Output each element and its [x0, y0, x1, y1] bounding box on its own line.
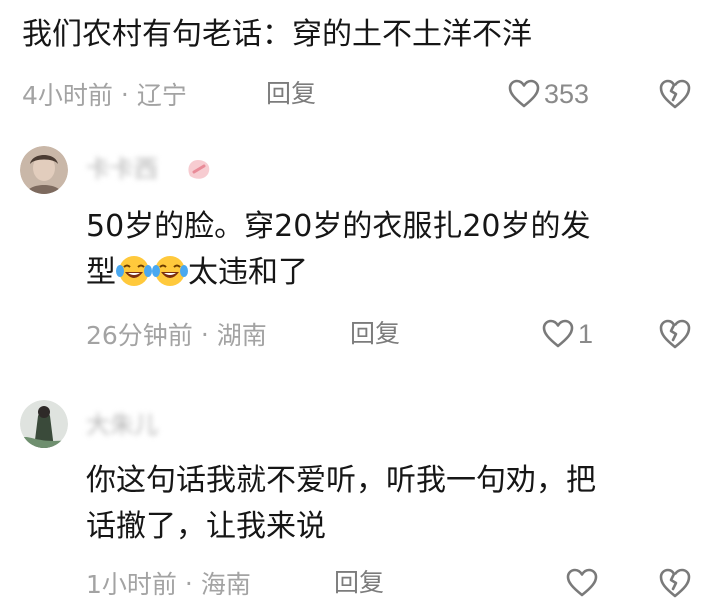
like-count: 1	[578, 318, 594, 349]
comment-text-suffix: 太违和了	[188, 255, 308, 290]
laughing-crying-emoji-icon	[152, 254, 188, 288]
avatar[interactable]	[20, 146, 68, 194]
like-button[interactable]: 353	[508, 76, 589, 112]
user-badge-icon	[182, 154, 216, 188]
comment-text-line2: 话撤了，让我来说	[86, 509, 326, 544]
comment-location: 海南	[200, 570, 251, 599]
broken-heart-icon	[658, 78, 692, 110]
heart-outline-icon	[542, 319, 574, 349]
meta-separator: ·	[200, 319, 209, 349]
heart-outline-icon	[508, 79, 540, 109]
comment-text: 我们农村有句老话：穿的土不土洋不洋	[22, 17, 532, 52]
comment-time: 4小时前	[22, 81, 113, 110]
comment-text-line2: 型 太违和了	[86, 250, 308, 296]
dislike-button[interactable]	[658, 76, 692, 112]
comment-meta: 1小时前 · 海南	[86, 565, 251, 601]
reply-button[interactable]: 回复	[266, 76, 316, 112]
broken-heart-icon	[658, 567, 692, 599]
laughing-crying-emoji-icon	[116, 254, 152, 288]
comment-meta: 26分钟前 · 湖南	[86, 316, 267, 352]
comment-text-line1: 你这句话我就不爱听，听我一句劝，把	[86, 463, 596, 498]
reply-button[interactable]: 回复	[334, 565, 384, 601]
comment-time: 26分钟前	[86, 321, 193, 350]
comment-location: 辽宁	[136, 81, 187, 110]
avatar[interactable]	[20, 400, 68, 448]
comment-time: 1小时前	[86, 570, 177, 599]
username[interactable]: 大朱儿	[86, 410, 158, 440]
heart-outline-icon	[566, 568, 598, 598]
comment-text-line1: 50岁的脸。穿20岁的衣服扎20岁的发	[86, 209, 591, 244]
meta-separator: ·	[120, 79, 129, 109]
meta-separator: ·	[184, 568, 193, 598]
like-button[interactable]	[566, 565, 598, 601]
reply-button[interactable]: 回复	[350, 316, 400, 352]
comment-location: 湖南	[216, 321, 267, 350]
dislike-button[interactable]	[658, 565, 692, 601]
like-button[interactable]: 1	[542, 316, 593, 352]
username[interactable]: 卡卡西	[86, 154, 158, 184]
comment-text-prefix: 型	[86, 255, 116, 290]
like-count: 353	[544, 78, 590, 109]
broken-heart-icon	[658, 318, 692, 350]
comment-meta: 4小时前 · 辽宁	[22, 76, 187, 112]
dislike-button[interactable]	[658, 316, 692, 352]
